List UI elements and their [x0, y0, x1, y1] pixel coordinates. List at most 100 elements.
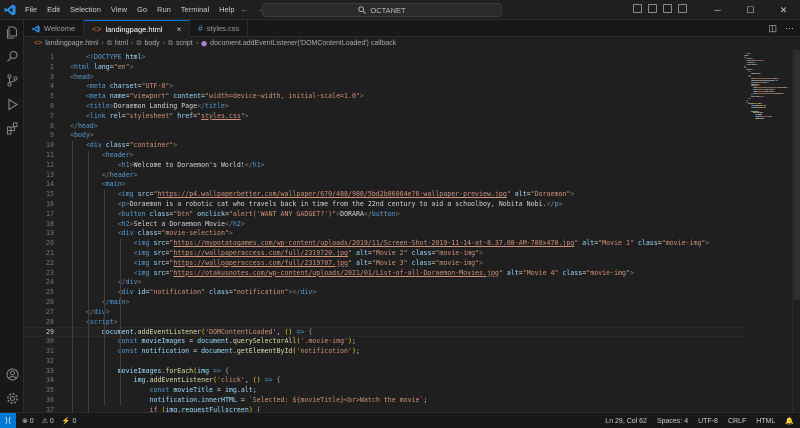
ports-indicator[interactable]: ⚡ 0 — [62, 417, 77, 425]
code-line[interactable]: 17 <button class="btn" onclick="alert('WA… — [24, 210, 744, 220]
maximize-icon[interactable]: ☐ — [734, 0, 767, 20]
editor-actions: ◫ ··· — [768, 23, 794, 34]
line-number: 36 — [46, 396, 54, 404]
cursor-position[interactable]: Ln 29, Col 62 — [605, 418, 647, 425]
minimap-stroke — [749, 98, 751, 99]
menu-run[interactable]: Run — [152, 0, 176, 20]
back-arrow-icon[interactable]: ← — [240, 4, 249, 14]
menu-view[interactable]: View — [106, 0, 132, 20]
remote-indicator-icon[interactable]: ⟩⟨ — [0, 412, 16, 428]
breadcrumb-item[interactable]: landingpage.html — [45, 40, 98, 47]
code-line[interactable]: 27 </div> — [24, 308, 744, 318]
menu-file[interactable]: File — [20, 0, 42, 20]
title-bar: File Edit Selection View Go Run Terminal… — [0, 0, 800, 20]
code-line[interactable]: 8 </head> — [24, 122, 744, 132]
split-editor-icon[interactable]: ◫ — [768, 23, 777, 34]
minimize-icon[interactable]: ─ — [701, 0, 734, 20]
code-text: img.addEventListener('click', () => { — [133, 376, 281, 385]
code-text: <p>Doraemon is a robotic cat who travels… — [117, 200, 563, 208]
code-line[interactable]: 2 <html lang="en"> — [24, 63, 744, 73]
encoding[interactable]: UTF-8 — [698, 418, 718, 425]
explorer-icon[interactable] — [0, 20, 24, 44]
vertical-scrollbar[interactable] — [792, 50, 800, 412]
tab-landingpage-html[interactable]: <> landingpage.html × — [84, 20, 191, 37]
close-tab-icon[interactable]: × — [177, 25, 182, 34]
code-editor[interactable]: 1 <!DOCTYPE html> 2 <html lang="en"> 3 <head>… — [24, 50, 744, 412]
scrollbar-thumb[interactable] — [794, 50, 800, 300]
more-actions-icon[interactable]: ··· — [785, 23, 794, 34]
menu-help[interactable]: Help — [214, 0, 239, 20]
code-line[interactable]: 9 <body> — [24, 131, 744, 141]
problems-errors[interactable]: ⊗ 0 — [22, 417, 34, 425]
code-line[interactable]: 10 <div class="container"> — [24, 141, 744, 151]
language-mode[interactable]: HTML — [756, 418, 775, 425]
code-text: </head> — [70, 121, 98, 130]
code-line[interactable]: 31 const notification = document.getEleme… — [24, 347, 744, 357]
code-line[interactable]: 30 const movieImages = document.querySele… — [24, 337, 744, 347]
breadcrumb-item[interactable]: body — [144, 40, 159, 47]
code-line[interactable]: 36 notification.innerHTML = `Selected: ${… — [24, 396, 744, 406]
code-line[interactable]: 26 </main> — [24, 298, 744, 308]
code-text: <img src="https://otakusnotes.com/wp-con… — [133, 268, 634, 277]
breadcrumb-item[interactable]: script — [176, 40, 193, 47]
menu-selection[interactable]: Selection — [65, 0, 106, 20]
code-line[interactable]: 19 <div class="movie-selection"> — [24, 229, 744, 239]
toggle-panel-icon[interactable] — [648, 4, 657, 13]
run-debug-icon[interactable] — [0, 92, 24, 116]
code-line[interactable]: 21 <img src="https://wallpaperaccess.com/… — [24, 249, 744, 259]
account-icon[interactable] — [0, 362, 24, 386]
code-line[interactable]: 11 <header> — [24, 151, 744, 161]
breadcrumb-item[interactable]: document.addEventListener('DOMContentLoa… — [210, 40, 396, 47]
search-sidebar-icon[interactable] — [0, 44, 24, 68]
toggle-secondary-sidebar-icon[interactable] — [663, 4, 672, 13]
code-line[interactable]: 35 const movieTitle = img.alt; — [24, 386, 744, 396]
indentation[interactable]: Spaces: 4 — [657, 418, 688, 425]
code-text: <!DOCTYPE html> — [85, 53, 146, 61]
source-control-icon[interactable] — [0, 68, 24, 92]
customize-layout-icon[interactable] — [678, 4, 687, 13]
code-line[interactable]: 15 <img src="https://p4.wallpaperbetter.c… — [24, 190, 744, 200]
command-center-search[interactable]: OCTANET — [262, 3, 502, 17]
minimap-stroke — [759, 72, 761, 74]
code-line[interactable]: 7 <link rel="stylesheet" href="styles.css… — [24, 112, 744, 122]
code-line[interactable]: 23 <img src="https://otakusnotes.com/wp-c… — [24, 269, 744, 279]
code-line[interactable]: 12 <h1>Welcome to Doraemon's World!</h1> — [24, 161, 744, 171]
toggle-primary-sidebar-icon[interactable] — [633, 4, 642, 13]
code-line[interactable]: 20 <img src="https://mypotatogames.com/wp… — [24, 239, 744, 249]
code-line[interactable]: 4 <meta charset="UTF-8"> — [24, 82, 744, 92]
code-line[interactable]: 3 <head> — [24, 73, 744, 83]
code-text: </main> — [101, 298, 130, 306]
tab-welcome[interactable]: Welcome — [24, 20, 85, 37]
code-line[interactable]: 1 <!DOCTYPE html> — [24, 53, 744, 63]
breadcrumb-item[interactable]: html — [115, 40, 128, 47]
notifications-bell-icon[interactable]: 🔔 — [785, 417, 794, 425]
code-line[interactable]: 16 <p>Doraemon is a robotic cat who trave… — [24, 200, 744, 210]
line-ending[interactable]: CRLF — [728, 418, 746, 425]
code-line[interactable]: 6 <title>Doraemon Landing Page</title> — [24, 102, 744, 112]
code-line[interactable]: 22 <img src="https://wallpaperaccess.com/… — [24, 259, 744, 269]
code-text: <div class="container"> — [85, 141, 178, 150]
code-line[interactable]: 34 img.addEventListener('click', () => { — [24, 376, 744, 386]
code-line[interactable]: 25 <div id="notification" class="notifica… — [24, 288, 744, 298]
close-icon[interactable]: ✕ — [767, 0, 800, 20]
extensions-icon[interactable] — [0, 116, 24, 140]
code-line[interactable]: 33 movieImages.forEach(img => { — [24, 367, 744, 377]
minimap[interactable] — [744, 50, 792, 412]
problems-warnings[interactable]: ⚠ 0 — [42, 417, 54, 425]
code-line[interactable]: 18 <h2>Select a Doraemon Movie</h2> — [24, 220, 744, 230]
code-line[interactable]: 14 <main> — [24, 180, 744, 190]
code-line[interactable]: 5 <meta name="viewport" content="width=de… — [24, 92, 744, 102]
line-number: 1 — [50, 53, 54, 61]
menu-go[interactable]: Go — [132, 0, 152, 20]
code-line[interactable]: 24 </div> — [24, 278, 744, 288]
code-line[interactable]: 29 document.addEventListener('DOMContentL… — [24, 327, 744, 338]
code-line[interactable]: 32 — [24, 357, 744, 367]
code-line[interactable]: 13 </header> — [24, 171, 744, 181]
manage-gear-icon[interactable] — [0, 386, 24, 410]
tab-label: styles.css — [206, 24, 240, 33]
minimap-stroke — [782, 92, 784, 94]
code-line[interactable]: 28 <script> — [24, 318, 744, 328]
menu-edit[interactable]: Edit — [42, 0, 65, 20]
tab-styles-css[interactable]: # styles.css — [190, 20, 249, 37]
menu-terminal[interactable]: Terminal — [176, 0, 214, 20]
